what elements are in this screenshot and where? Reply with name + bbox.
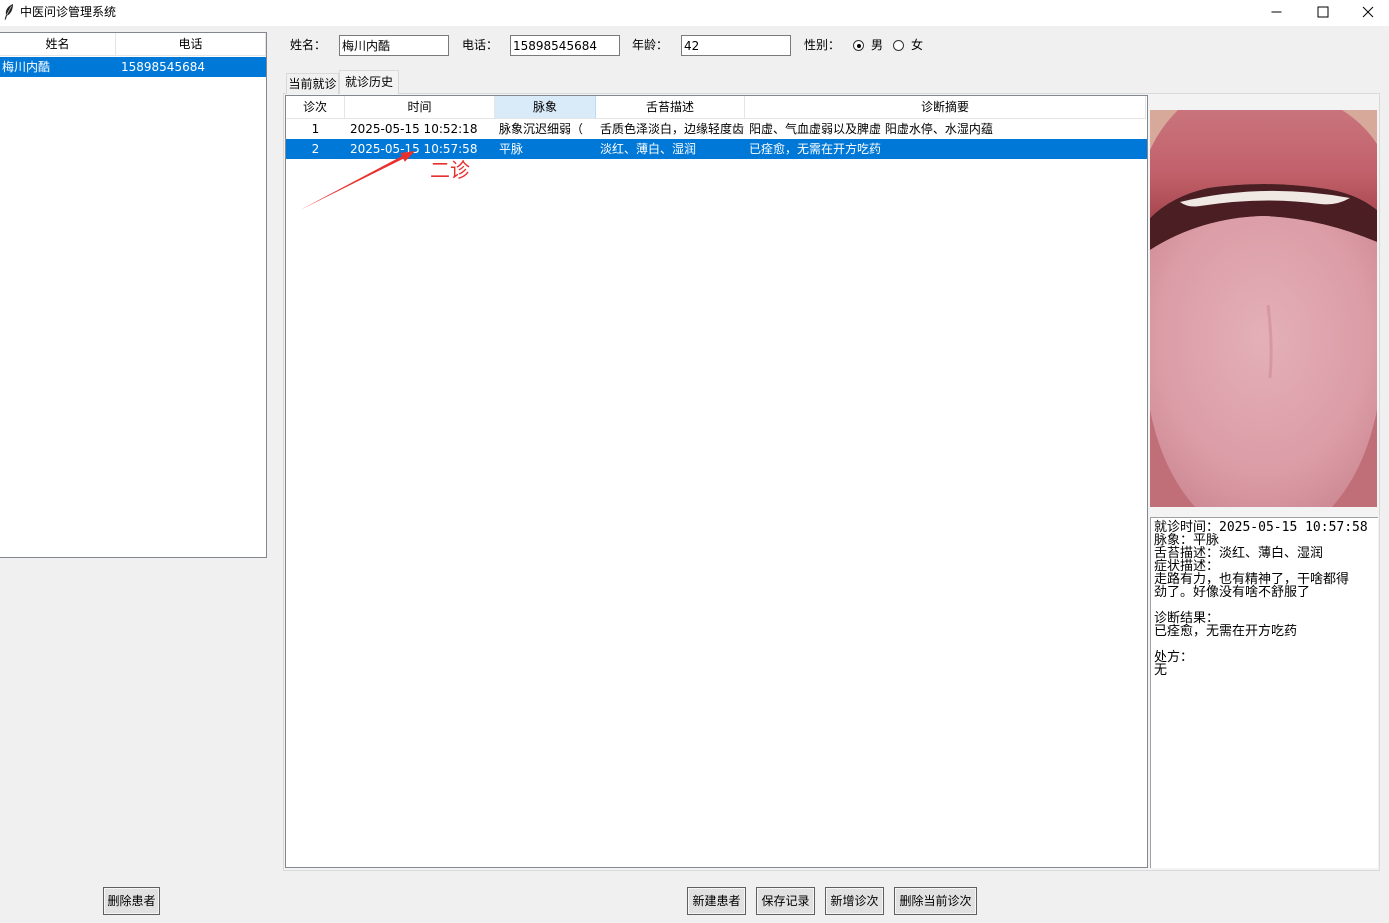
table-row[interactable]: 1 2025-05-15 10:52:18 脉象沉迟细弱（ 舌质色泽淡白，边缘轻… [286,119,1147,139]
table-row[interactable]: 2 2025-05-15 10:57:58 平脉 淡红、薄白、湿润 已痊愈，无需… [286,139,1147,159]
column-header-visit[interactable]: 诊次 [286,96,345,119]
column-header-name[interactable]: 姓名 [0,33,116,56]
detail-line: 无 [1154,663,1168,678]
gender-label: 性别： [804,38,841,52]
tongue-cell: 淡红、薄白、湿润 [600,142,697,156]
visit-detail-text[interactable]: 就诊时间：2025-05-15 10:57:58 脉象：平脉 舌苔描述：淡红、薄… [1150,517,1378,868]
maximize-button[interactable] [1300,0,1346,24]
detail-line: 已痊愈，无需在开方吃药 [1154,624,1298,639]
minimize-button[interactable] [1254,0,1300,24]
name-label: 姓名： [290,38,327,52]
annotation-label: 二诊 [430,158,470,182]
time-cell: 2025-05-15 10:57:58 [350,142,478,156]
name-input[interactable] [339,35,449,56]
detail-line: 处方： [1154,650,1194,665]
window-title: 中医问诊管理系统 [20,5,117,19]
tab-current-visit[interactable]: 当前就诊 [286,73,339,94]
pulse-cell: 脉象沉迟细弱（ [499,122,584,136]
gender-radio-male[interactable] [853,40,864,51]
visit-cell: 1 [311,122,320,136]
delete-patient-button[interactable]: 删除患者 [103,887,160,915]
time-cell: 2025-05-15 10:52:18 [350,122,478,136]
detail-line: 劲了。好像没有啥不舒服了 [1154,585,1311,600]
new-patient-button[interactable]: 新建患者 [687,887,746,915]
minimize-icon [1271,11,1282,13]
patient-list-header: 姓名 电话 [0,33,266,56]
tongue-cell: 舌质色泽淡白，边缘轻度齿 [600,122,745,136]
tongue-photo [1150,110,1377,507]
diagnosis-cell: 阳虚、气血虚弱以及脾虚 阳虚水停、水湿内蕴 [749,122,993,136]
save-record-button[interactable]: 保存记录 [756,887,815,915]
delete-visit-button[interactable]: 删除当前诊次 [894,887,977,915]
patient-row[interactable]: 梅川内酷 15898545684 [0,57,266,77]
radio-dot [856,43,861,48]
patient-list[interactable]: 姓名 电话 梅川内酷 15898545684 [0,32,267,558]
diagnosis-cell: 已痊愈，无需在开方吃药 [749,142,882,156]
maximize-icon [1317,6,1329,18]
age-label: 年龄： [632,38,669,52]
pulse-cell: 平脉 [499,142,524,156]
visit-cell: 2 [311,142,320,156]
column-header-time[interactable]: 时间 [345,96,495,119]
age-input[interactable] [681,35,791,56]
gender-radio-female[interactable] [893,40,904,51]
patient-phone-cell: 15898545684 [121,60,205,74]
visit-history-table[interactable]: 诊次 时间 脉象 舌苔描述 诊断摘要 1 2025-05-15 10:52:18… [285,95,1148,868]
column-header-tongue[interactable]: 舌苔描述 [596,96,745,119]
phone-input[interactable] [510,35,620,56]
close-icon [1362,6,1373,18]
column-header-pulse[interactable]: 脉象 [495,96,596,119]
gender-option-male-label[interactable]: 男 [871,38,883,52]
title-bar: 中医问诊管理系统 [0,0,1389,26]
feather-icon [4,4,14,20]
table-header: 诊次 时间 脉象 舌苔描述 诊断摘要 [286,96,1146,119]
gender-option-female-label[interactable]: 女 [911,38,923,52]
new-visit-button[interactable]: 新增诊次 [825,887,884,915]
column-header-diagnosis[interactable]: 诊断摘要 [745,96,1146,119]
column-header-phone[interactable]: 电话 [116,33,266,56]
tab-visit-history[interactable]: 就诊历史 [339,70,399,94]
patient-name-cell: 梅川内酷 [2,60,51,74]
close-button[interactable] [1346,0,1389,24]
phone-label: 电话： [462,38,499,52]
